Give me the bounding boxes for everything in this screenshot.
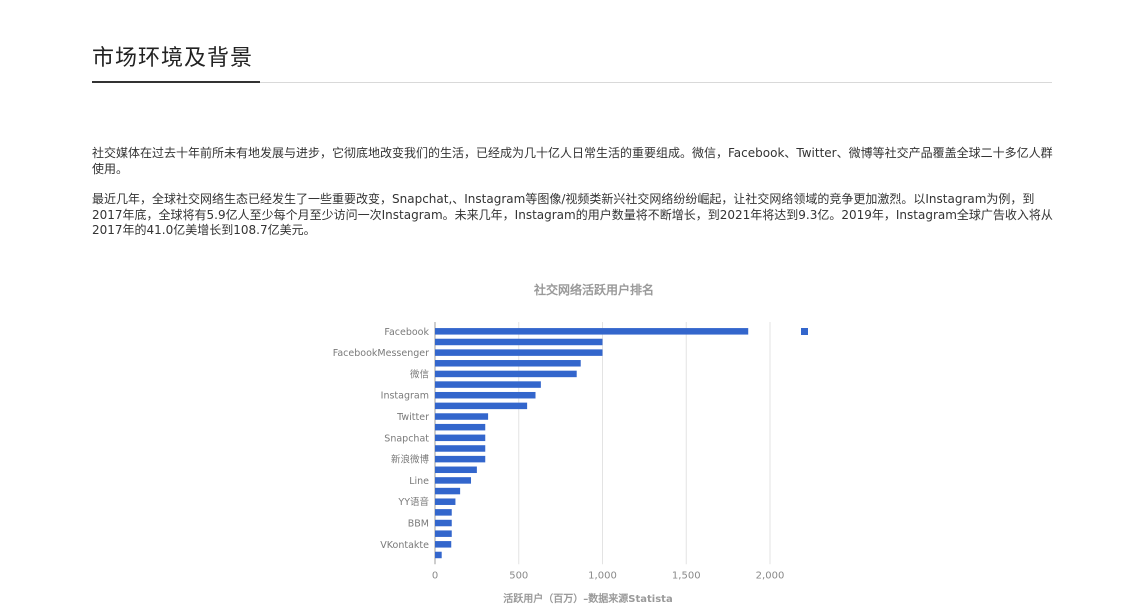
grid-layer <box>434 322 771 565</box>
bar <box>435 551 442 559</box>
bar <box>435 381 541 388</box>
bar <box>435 487 461 495</box>
bar <box>435 349 603 356</box>
x-tick-label: 2,000 <box>756 570 785 581</box>
page: 市场环境及背景 社交媒体在过去十年前所未有地发展与进步，它彻底地改变我们的生活，… <box>0 0 1134 611</box>
page-title: 市场环境及背景 <box>92 46 254 71</box>
x-tick-label: 0 <box>432 570 438 581</box>
bar <box>435 328 749 335</box>
bar <box>435 455 486 463</box>
chart-svg: 社交网络活跃用户排名 Facebook FacebookMessenger 微信 In… <box>333 282 808 605</box>
bar-layer <box>435 328 749 559</box>
y-tick-label: BBM <box>408 519 429 530</box>
x-tick-label: 1,500 <box>672 570 701 581</box>
x-tick-labels: 0 500 1,000 1,500 2,000 <box>432 570 785 581</box>
y-tick-label: Instagram <box>381 391 429 402</box>
y-tick-label: Twitter <box>396 412 429 423</box>
bar <box>435 423 486 431</box>
title-underline <box>92 81 260 83</box>
bar <box>435 370 577 378</box>
y-tick-label: YY语音 <box>397 496 429 508</box>
paragraph-recent: 最近几年，全球社交网络生态已经发生了一些重要改变，Snapchat,、Insta… <box>92 192 1053 237</box>
y-tick-label: 新浪微博 <box>391 454 430 466</box>
bar <box>435 530 452 537</box>
bar <box>435 541 452 548</box>
bar <box>435 391 536 399</box>
bar-chart: 社交网络活跃用户排名 Facebook FacebookMessenger 微信 In… <box>0 270 1134 611</box>
bar <box>435 477 472 484</box>
bar <box>435 338 603 346</box>
x-tick-label: 500 <box>509 570 528 581</box>
y-tick-labels: Facebook FacebookMessenger 微信 Instagram Twit… <box>333 327 430 551</box>
bar <box>435 413 489 420</box>
chart-title: 社交网络活跃用户排名 <box>533 282 654 297</box>
y-tick-label: FacebookMessenger <box>333 348 429 359</box>
bar <box>435 498 456 505</box>
y-tick-label: Line <box>409 476 429 487</box>
bar <box>435 466 477 474</box>
y-tick-label: Facebook <box>384 327 429 338</box>
y-tick-label: VKontakte <box>380 540 429 551</box>
legend-swatch <box>801 328 808 335</box>
bar <box>435 402 528 410</box>
content: 社交媒体在过去十年前所未有地发展与进步，它彻底地改变我们的生活，已经成为几十亿人… <box>92 146 1054 254</box>
bar <box>435 519 452 527</box>
header: 市场环境及背景 <box>92 38 1052 83</box>
x-tick-label: 1,000 <box>588 570 617 581</box>
bar <box>435 360 581 367</box>
paragraph-intro: 社交媒体在过去十年前所未有地发展与进步，它彻底地改变我们的生活，已经成为几十亿人… <box>92 146 1053 176</box>
bar <box>435 445 486 452</box>
bar <box>435 434 486 442</box>
y-tick-label: Snapchat <box>384 433 429 444</box>
bar <box>435 509 452 516</box>
x-axis-title: 活跃用户（百万）–数据来源Statista <box>503 592 672 605</box>
y-tick-label: 微信 <box>410 368 429 380</box>
